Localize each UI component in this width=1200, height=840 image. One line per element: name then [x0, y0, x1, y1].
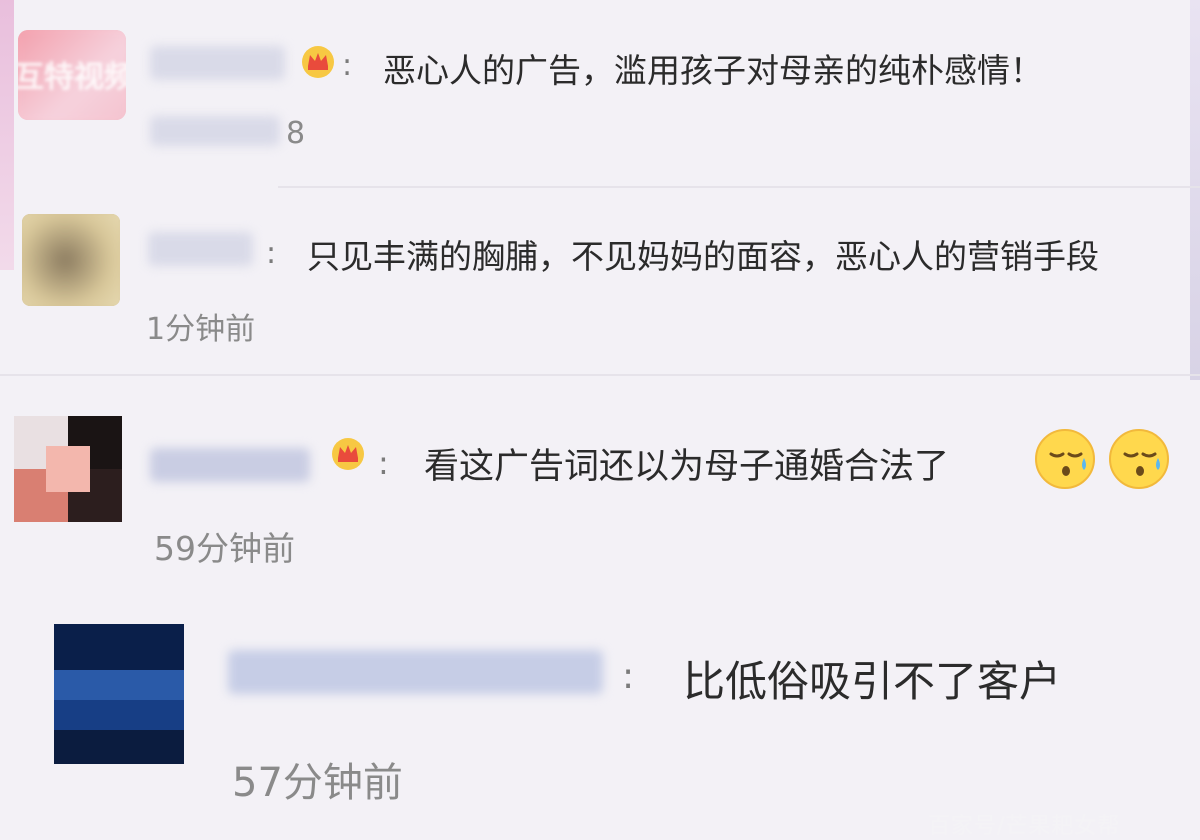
comment-timestamp: 8	[286, 116, 306, 151]
username-blurred[interactable]	[150, 46, 285, 80]
username-blurred[interactable]	[148, 232, 253, 266]
comment-text: 看这广告词还以为母子通婚合法了	[424, 447, 950, 487]
user-avatar[interactable]: 互特视频	[18, 30, 126, 120]
sweat-face-emoji-icon	[1035, 429, 1095, 489]
colon-separator: :	[378, 444, 389, 482]
watermark: 百家号/芒果耙女帮	[928, 814, 1121, 839]
username-blurred[interactable]	[228, 650, 603, 694]
avatar-text: 互特视频	[18, 60, 126, 95]
user-avatar[interactable]	[14, 416, 122, 522]
comment-4: : 比低俗吸引不了客户 57分钟前	[0, 600, 1200, 833]
crown-icon	[302, 46, 334, 78]
username-blurred[interactable]	[150, 448, 310, 482]
comment-text: 比低俗吸引不了客户	[683, 657, 1062, 706]
comment-3: : 看这广告词还以为母子通婚合法了 59分钟前	[0, 376, 1200, 586]
timestamp-blurred	[150, 116, 280, 146]
colon-separator: :	[266, 236, 277, 271]
comment-2: : 只见丰满的胸脯，不见妈妈的面容，恶心人的营销手段 1分钟前	[0, 188, 1200, 374]
comment-text: 恶心人的广告，滥用孩子对母亲的纯朴感情！	[383, 51, 1043, 90]
user-avatar[interactable]	[22, 214, 120, 306]
comment-timestamp: 1分钟前	[146, 312, 256, 347]
colon-separator: :	[342, 48, 353, 83]
user-avatar[interactable]	[54, 624, 184, 764]
colon-separator: :	[622, 656, 635, 697]
sweat-face-emoji-icon	[1109, 429, 1169, 489]
comment-1: 互特视频 : 恶心人的广告，滥用孩子对母亲的纯朴感情！ 8	[0, 0, 1200, 186]
comment-timestamp: 59分钟前	[154, 529, 295, 568]
comment-text: 只见丰满的胸脯，不见妈妈的面容，恶心人的营销手段	[307, 237, 1099, 276]
crown-icon	[332, 438, 364, 470]
comment-timestamp: 57分钟前	[232, 760, 403, 806]
